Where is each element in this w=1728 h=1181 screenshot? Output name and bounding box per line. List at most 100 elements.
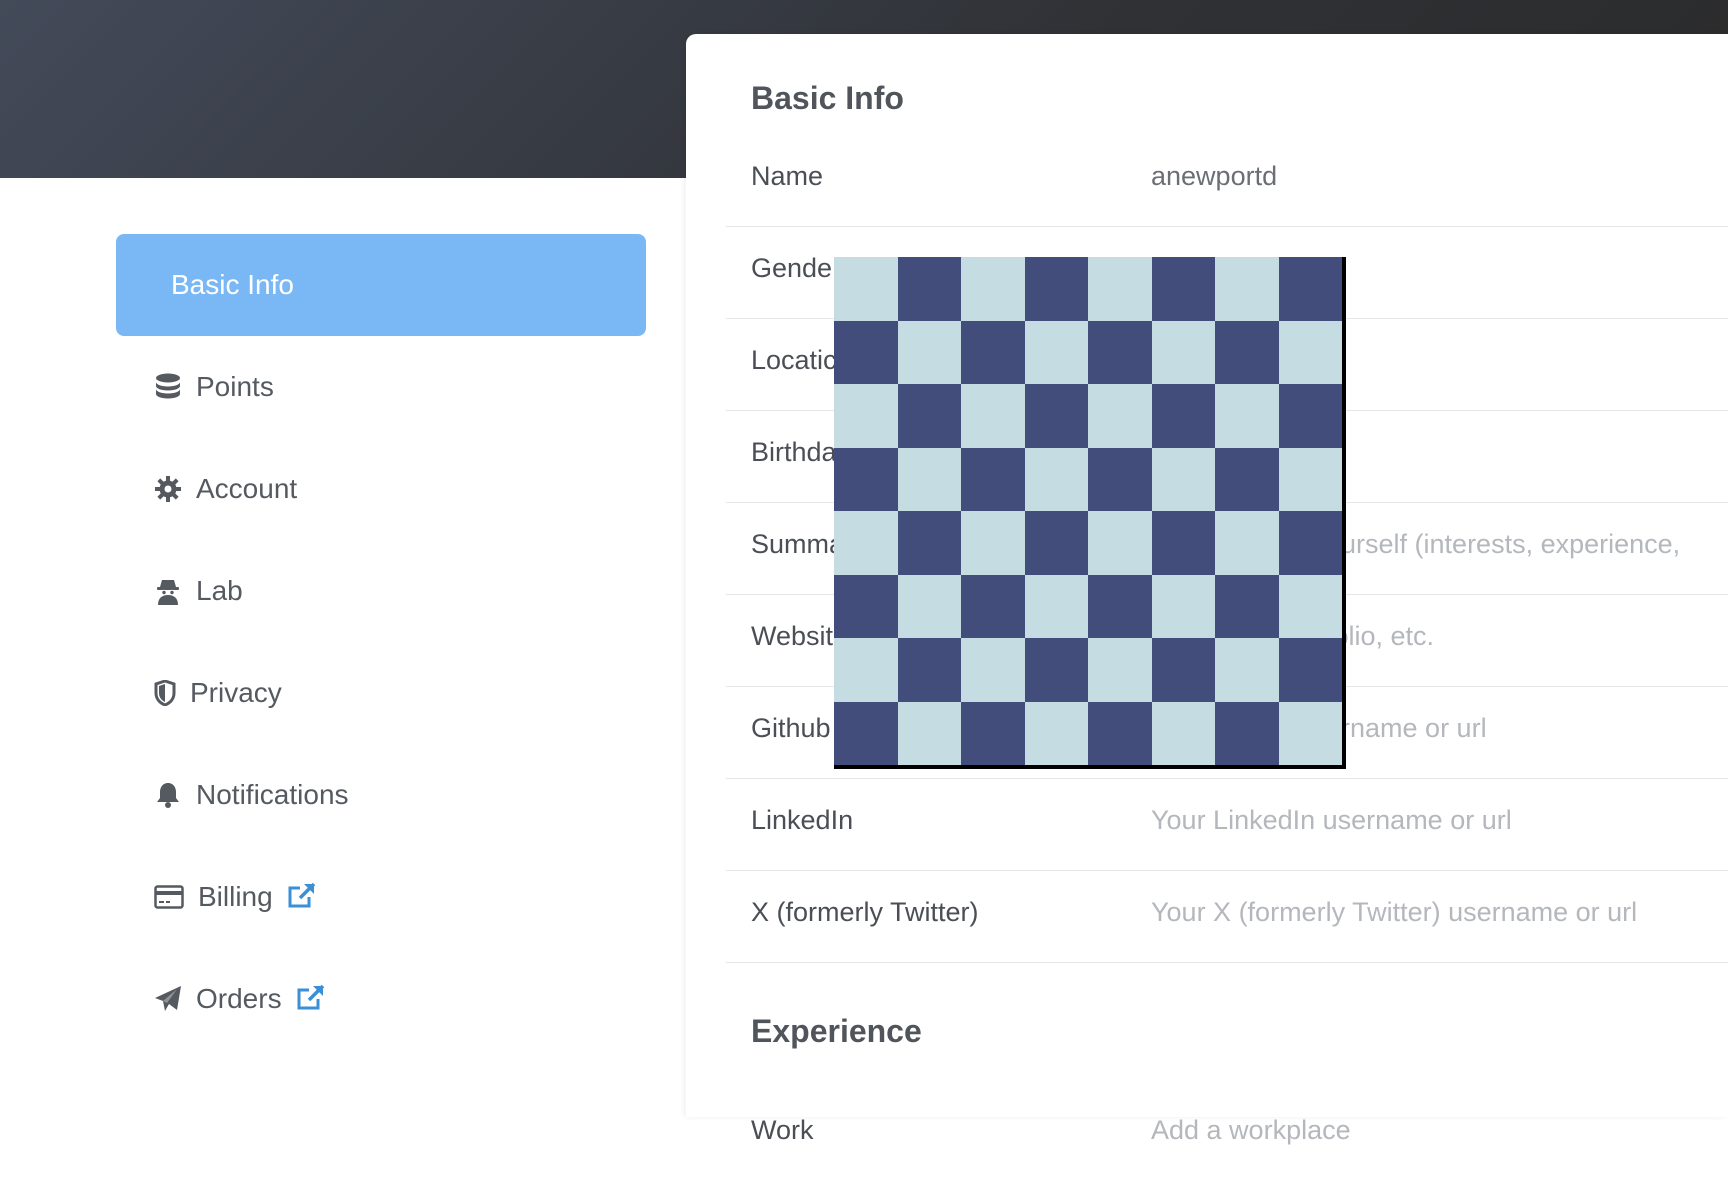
checker-square bbox=[1278, 511, 1342, 575]
work-field[interactable]: Add a workplace bbox=[1151, 1115, 1351, 1146]
checker-square bbox=[834, 574, 898, 638]
checker-square bbox=[834, 257, 898, 321]
field-label: Gende bbox=[751, 253, 833, 283]
checker-square bbox=[1088, 447, 1152, 511]
sidebar-item-points[interactable]: Points bbox=[116, 336, 646, 438]
summary-field[interactable]: ourself (interests, experience, bbox=[1326, 529, 1680, 560]
checker-square bbox=[1024, 511, 1088, 575]
checker-square bbox=[834, 638, 898, 702]
checker-square bbox=[1215, 384, 1279, 448]
x-twitter-field[interactable]: Your X (formerly Twitter) username or ur… bbox=[1151, 897, 1637, 928]
checker-square bbox=[961, 384, 1025, 448]
checker-square bbox=[1215, 638, 1279, 702]
bell-icon bbox=[154, 781, 182, 809]
settings-sidebar: Basic Info Points Account Lab Privacy No… bbox=[0, 178, 686, 1117]
github-field[interactable]: ername or url bbox=[1326, 713, 1487, 744]
checker-square bbox=[1215, 320, 1279, 384]
checker-square bbox=[834, 384, 898, 448]
checker-square bbox=[1278, 574, 1342, 638]
checker-square bbox=[1215, 574, 1279, 638]
basic-info-heading: Basic Info bbox=[751, 80, 904, 116]
field-label: Websit bbox=[751, 621, 834, 651]
field-label: Birthda bbox=[751, 437, 837, 467]
checker-square bbox=[834, 511, 898, 575]
checker-square bbox=[961, 447, 1025, 511]
sidebar-item-label: Account bbox=[196, 473, 298, 504]
field-label: Work bbox=[751, 1115, 814, 1145]
field-label: Summa bbox=[751, 529, 845, 559]
checker-square bbox=[1151, 257, 1215, 321]
field-label: LinkedIn bbox=[751, 805, 854, 835]
name-field[interactable]: anewportd bbox=[1151, 161, 1277, 192]
checker-square bbox=[1151, 447, 1215, 511]
checker-square bbox=[1088, 511, 1152, 575]
checker-square bbox=[1088, 638, 1152, 702]
gear-icon bbox=[154, 475, 182, 503]
checker-square bbox=[1024, 574, 1088, 638]
experience-heading: Experience bbox=[751, 1013, 922, 1049]
sidebar-item-label: Privacy bbox=[190, 677, 282, 708]
form-row-name[interactable]: Name anewportd bbox=[726, 135, 1728, 227]
checker-square bbox=[961, 701, 1025, 765]
checker-square bbox=[834, 320, 898, 384]
checker-square bbox=[1088, 384, 1152, 448]
checker-square bbox=[897, 257, 961, 321]
checker-square bbox=[1278, 384, 1342, 448]
sidebar-item-label: Basic Info bbox=[171, 269, 294, 300]
paper-plane-icon bbox=[154, 985, 182, 1013]
checker-square bbox=[834, 701, 898, 765]
checker-square bbox=[897, 447, 961, 511]
checker-square bbox=[1024, 701, 1088, 765]
checker-square bbox=[1088, 320, 1152, 384]
checker-square bbox=[1215, 257, 1279, 321]
checker-square bbox=[897, 384, 961, 448]
form-row-work[interactable]: Work Add a workplace bbox=[726, 1089, 1728, 1181]
external-link-icon[interactable] bbox=[287, 882, 317, 912]
checker-square bbox=[961, 511, 1025, 575]
field-label: Name bbox=[751, 161, 824, 191]
checker-square bbox=[1024, 447, 1088, 511]
checker-square bbox=[897, 574, 961, 638]
checker-square bbox=[1088, 574, 1152, 638]
checker-square bbox=[1151, 511, 1215, 575]
form-row-x-twitter[interactable]: X (formerly Twitter) Your X (formerly Tw… bbox=[726, 871, 1728, 963]
checkerboard-overlay bbox=[834, 257, 1346, 769]
checker-square bbox=[1088, 257, 1152, 321]
linkedin-field[interactable]: Your LinkedIn username or url bbox=[1151, 805, 1512, 836]
field-label: Github bbox=[751, 713, 831, 743]
checker-square bbox=[1024, 257, 1088, 321]
sidebar-item-label: Billing bbox=[198, 881, 273, 912]
checker-square bbox=[1278, 638, 1342, 702]
checker-square bbox=[961, 574, 1025, 638]
checker-square bbox=[1215, 511, 1279, 575]
checker-square bbox=[897, 511, 961, 575]
sidebar-item-basic-info[interactable]: Basic Info bbox=[116, 234, 646, 336]
sidebar-item-account[interactable]: Account bbox=[116, 438, 646, 540]
sidebar-item-notifications[interactable]: Notifications bbox=[116, 744, 646, 846]
external-link-icon[interactable] bbox=[296, 984, 326, 1014]
checker-square bbox=[897, 638, 961, 702]
checker-square bbox=[1024, 384, 1088, 448]
checker-square bbox=[1151, 638, 1215, 702]
checker-square bbox=[1278, 257, 1342, 321]
credit-card-icon bbox=[154, 883, 184, 911]
checker-square bbox=[1278, 320, 1342, 384]
sidebar-item-privacy[interactable]: Privacy bbox=[116, 642, 646, 744]
sidebar-item-billing[interactable]: Billing bbox=[116, 846, 646, 948]
checker-square bbox=[1278, 447, 1342, 511]
sidebar-item-orders[interactable]: Orders bbox=[116, 948, 646, 1050]
checker-square bbox=[1278, 701, 1342, 765]
shield-icon bbox=[154, 679, 176, 707]
checker-square bbox=[1151, 384, 1215, 448]
checker-square bbox=[1151, 320, 1215, 384]
checker-square bbox=[1215, 447, 1279, 511]
spy-icon bbox=[154, 577, 182, 605]
checker-square bbox=[897, 701, 961, 765]
form-row-linkedin[interactable]: LinkedIn Your LinkedIn username or url bbox=[726, 779, 1728, 871]
sidebar-item-label: Lab bbox=[196, 575, 243, 606]
field-label: X (formerly Twitter) bbox=[751, 897, 979, 927]
checker-square bbox=[1088, 701, 1152, 765]
checker-square bbox=[1151, 701, 1215, 765]
sidebar-item-lab[interactable]: Lab bbox=[116, 540, 646, 642]
checker-square bbox=[961, 638, 1025, 702]
